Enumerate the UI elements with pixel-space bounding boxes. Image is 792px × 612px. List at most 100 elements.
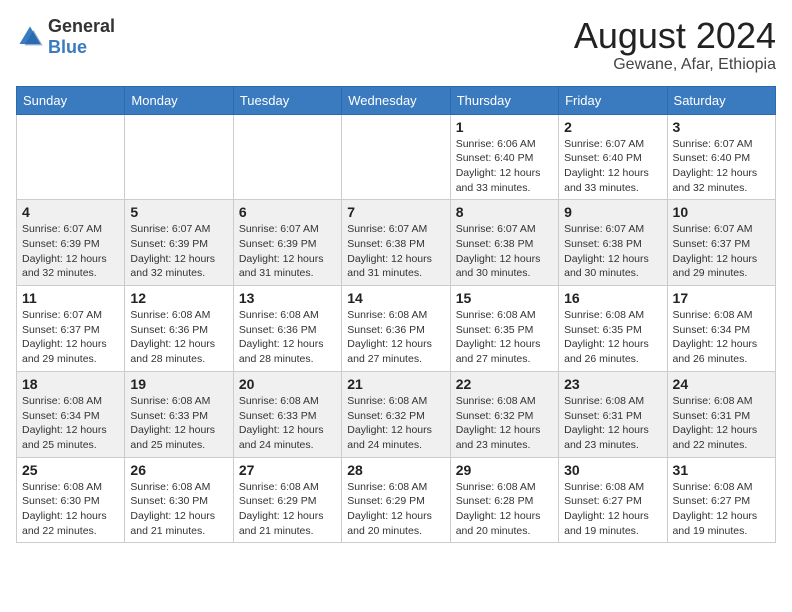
calendar-cell: 4 Sunrise: 6:07 AM Sunset: 6:39 PM Daylig… <box>17 200 125 286</box>
day-info: Sunrise: 6:08 AM Sunset: 6:33 PM Dayligh… <box>239 394 336 453</box>
calendar-cell: 23Sunrise: 6:08 AM Sunset: 6:31 PM Dayli… <box>559 371 667 457</box>
day-info: Sunrise: 6:08 AM Sunset: 6:35 PM Dayligh… <box>564 308 661 367</box>
logo-general: General <box>48 16 115 36</box>
calendar-cell: 26 Sunrise: 6:08 AM Sunset: 6:30 PM Dayli… <box>125 457 233 543</box>
logo-blue: Blue <box>48 37 87 57</box>
day-number: 4 <box>22 204 119 220</box>
calendar-cell: 29Sunrise: 6:08 AM Sunset: 6:28 PM Dayli… <box>450 457 558 543</box>
calendar-cell: 11 Sunrise: 6:07 AM Sunset: 6:37 PM Dayli… <box>17 286 125 372</box>
day-info: Sunrise: 6:08 AM Sunset: 6:33 PM Dayligh… <box>130 394 227 453</box>
day-info: Sunrise: 6:08 AM Sunset: 6:30 PM Dayligh… <box>22 480 119 539</box>
calendar-cell: 19 Sunrise: 6:08 AM Sunset: 6:33 PM Dayli… <box>125 371 233 457</box>
calendar-cell: 17Sunrise: 6:08 AM Sunset: 6:34 PM Dayli… <box>667 286 775 372</box>
day-info: Sunrise: 6:08 AM Sunset: 6:27 PM Dayligh… <box>673 480 770 539</box>
day-info: Sunrise: 6:08 AM Sunset: 6:30 PM Dayligh… <box>130 480 227 539</box>
calendar-cell <box>342 114 450 200</box>
calendar-cell: 2 Sunrise: 6:07 AM Sunset: 6:40 PM Daylig… <box>559 114 667 200</box>
day-number: 9 <box>564 204 661 220</box>
calendar-cell <box>17 114 125 200</box>
day-info: Sunrise: 6:08 AM Sunset: 6:27 PM Dayligh… <box>564 480 661 539</box>
location-subtitle: Gewane, Afar, Ethiopia <box>574 56 776 74</box>
day-info: Sunrise: 6:07 AM Sunset: 6:39 PM Dayligh… <box>130 222 227 281</box>
calendar-week-row: 11 Sunrise: 6:07 AM Sunset: 6:37 PM Dayli… <box>17 286 776 372</box>
day-info: Sunrise: 6:08 AM Sunset: 6:35 PM Dayligh… <box>456 308 553 367</box>
calendar-cell: 27 Sunrise: 6:08 AM Sunset: 6:29 PM Dayli… <box>233 457 341 543</box>
logo-text: General Blue <box>48 16 115 58</box>
day-number: 22 <box>456 376 553 392</box>
day-number: 28 <box>347 462 444 478</box>
calendar-cell: 24Sunrise: 6:08 AM Sunset: 6:31 PM Dayli… <box>667 371 775 457</box>
day-info: Sunrise: 6:08 AM Sunset: 6:36 PM Dayligh… <box>130 308 227 367</box>
calendar-cell: 8Sunrise: 6:07 AM Sunset: 6:38 PM Daylig… <box>450 200 558 286</box>
calendar-body: 1Sunrise: 6:06 AM Sunset: 6:40 PM Daylig… <box>17 114 776 543</box>
day-number: 11 <box>22 290 119 306</box>
day-info: Sunrise: 6:07 AM Sunset: 6:40 PM Dayligh… <box>564 137 661 196</box>
calendar-week-row: 25 Sunrise: 6:08 AM Sunset: 6:30 PM Dayli… <box>17 457 776 543</box>
calendar-cell: 21Sunrise: 6:08 AM Sunset: 6:32 PM Dayli… <box>342 371 450 457</box>
day-info: Sunrise: 6:07 AM Sunset: 6:39 PM Dayligh… <box>22 222 119 281</box>
day-number: 13 <box>239 290 336 306</box>
logo: General Blue <box>16 16 115 58</box>
day-of-week-header: Monday <box>125 86 233 114</box>
logo-icon <box>16 23 44 51</box>
day-info: Sunrise: 6:07 AM Sunset: 6:38 PM Dayligh… <box>564 222 661 281</box>
day-info: Sunrise: 6:08 AM Sunset: 6:31 PM Dayligh… <box>673 394 770 453</box>
calendar-cell: 28Sunrise: 6:08 AM Sunset: 6:29 PM Dayli… <box>342 457 450 543</box>
day-info: Sunrise: 6:07 AM Sunset: 6:40 PM Dayligh… <box>673 137 770 196</box>
calendar-cell: 14Sunrise: 6:08 AM Sunset: 6:36 PM Dayli… <box>342 286 450 372</box>
day-of-week-header: Friday <box>559 86 667 114</box>
day-number: 3 <box>673 119 770 135</box>
calendar-cell: 5 Sunrise: 6:07 AM Sunset: 6:39 PM Daylig… <box>125 200 233 286</box>
calendar-cell: 10 Sunrise: 6:07 AM Sunset: 6:37 PM Dayli… <box>667 200 775 286</box>
month-year-title: August 2024 <box>574 16 776 56</box>
calendar-header: SundayMondayTuesdayWednesdayThursdayFrid… <box>17 86 776 114</box>
day-number: 8 <box>456 204 553 220</box>
calendar-cell: 20 Sunrise: 6:08 AM Sunset: 6:33 PM Dayli… <box>233 371 341 457</box>
title-area: August 2024 Gewane, Afar, Ethiopia <box>574 16 776 74</box>
calendar-cell: 22Sunrise: 6:08 AM Sunset: 6:32 PM Dayli… <box>450 371 558 457</box>
day-number: 18 <box>22 376 119 392</box>
day-info: Sunrise: 6:08 AM Sunset: 6:36 PM Dayligh… <box>239 308 336 367</box>
day-info: Sunrise: 6:07 AM Sunset: 6:37 PM Dayligh… <box>22 308 119 367</box>
calendar-week-row: 4 Sunrise: 6:07 AM Sunset: 6:39 PM Daylig… <box>17 200 776 286</box>
day-info: Sunrise: 6:07 AM Sunset: 6:39 PM Dayligh… <box>239 222 336 281</box>
day-of-week-header: Sunday <box>17 86 125 114</box>
day-number: 30 <box>564 462 661 478</box>
days-of-week-row: SundayMondayTuesdayWednesdayThursdayFrid… <box>17 86 776 114</box>
calendar-week-row: 1Sunrise: 6:06 AM Sunset: 6:40 PM Daylig… <box>17 114 776 200</box>
day-number: 10 <box>673 204 770 220</box>
calendar-cell: 30 Sunrise: 6:08 AM Sunset: 6:27 PM Dayli… <box>559 457 667 543</box>
day-number: 2 <box>564 119 661 135</box>
day-number: 1 <box>456 119 553 135</box>
day-info: Sunrise: 6:08 AM Sunset: 6:29 PM Dayligh… <box>239 480 336 539</box>
day-number: 6 <box>239 204 336 220</box>
day-info: Sunrise: 6:08 AM Sunset: 6:32 PM Dayligh… <box>347 394 444 453</box>
day-of-week-header: Saturday <box>667 86 775 114</box>
calendar-cell: 15 Sunrise: 6:08 AM Sunset: 6:35 PM Dayli… <box>450 286 558 372</box>
day-number: 19 <box>130 376 227 392</box>
day-info: Sunrise: 6:07 AM Sunset: 6:38 PM Dayligh… <box>347 222 444 281</box>
day-number: 27 <box>239 462 336 478</box>
day-number: 12 <box>130 290 227 306</box>
day-number: 20 <box>239 376 336 392</box>
day-number: 16 <box>564 290 661 306</box>
day-number: 25 <box>22 462 119 478</box>
calendar-cell: 13 Sunrise: 6:08 AM Sunset: 6:36 PM Dayli… <box>233 286 341 372</box>
calendar-cell <box>233 114 341 200</box>
calendar-cell: 18Sunrise: 6:08 AM Sunset: 6:34 PM Dayli… <box>17 371 125 457</box>
day-number: 26 <box>130 462 227 478</box>
page-header: General Blue August 2024 Gewane, Afar, E… <box>16 16 776 74</box>
calendar-cell: 12 Sunrise: 6:08 AM Sunset: 6:36 PM Dayli… <box>125 286 233 372</box>
calendar-cell: 7Sunrise: 6:07 AM Sunset: 6:38 PM Daylig… <box>342 200 450 286</box>
day-of-week-header: Wednesday <box>342 86 450 114</box>
day-info: Sunrise: 6:08 AM Sunset: 6:34 PM Dayligh… <box>673 308 770 367</box>
calendar-cell: 1Sunrise: 6:06 AM Sunset: 6:40 PM Daylig… <box>450 114 558 200</box>
day-number: 5 <box>130 204 227 220</box>
day-info: Sunrise: 6:07 AM Sunset: 6:37 PM Dayligh… <box>673 222 770 281</box>
calendar-week-row: 18Sunrise: 6:08 AM Sunset: 6:34 PM Dayli… <box>17 371 776 457</box>
day-info: Sunrise: 6:08 AM Sunset: 6:36 PM Dayligh… <box>347 308 444 367</box>
calendar-cell <box>125 114 233 200</box>
day-of-week-header: Tuesday <box>233 86 341 114</box>
day-number: 15 <box>456 290 553 306</box>
calendar-cell: 25 Sunrise: 6:08 AM Sunset: 6:30 PM Dayli… <box>17 457 125 543</box>
